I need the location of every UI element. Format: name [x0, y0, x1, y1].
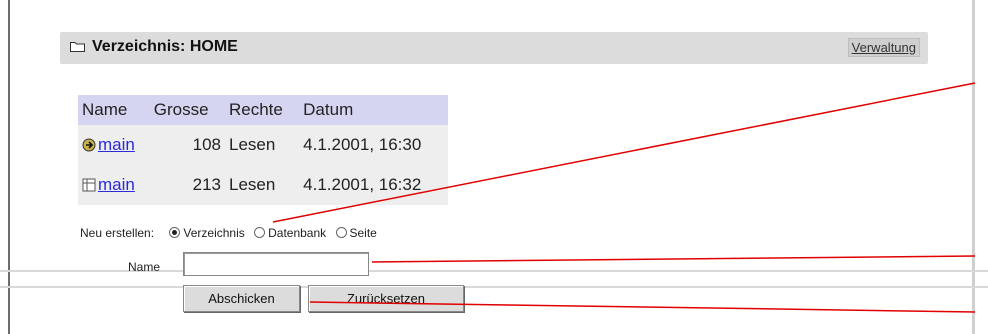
callout-line — [272, 82, 976, 223]
callout-lines — [272, 82, 976, 313]
callout-line — [371, 255, 976, 263]
callout-line — [309, 301, 976, 313]
